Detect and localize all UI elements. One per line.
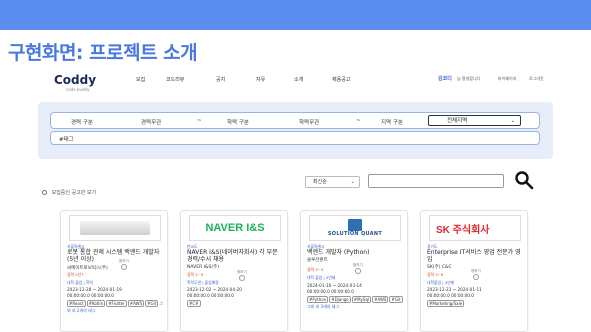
logo[interactable]: Coddy bbox=[54, 73, 96, 87]
slide-top-bar bbox=[0, 0, 591, 30]
job-dates: 2023-12-02 ~ 2024-04-20 00:00:00.0 00:00… bbox=[187, 287, 242, 298]
nav-item-notice[interactable]: 공지 bbox=[216, 76, 225, 83]
job-title[interactable]: 백엔드 개발자 (Python) bbox=[307, 249, 405, 256]
tag-list: #Python #Django #MySql #AWS #Git 그외 외 3개의 태그 bbox=[307, 296, 405, 310]
tag-badge[interactable]: #Git bbox=[145, 300, 159, 307]
company-logo-image bbox=[69, 215, 161, 241]
bookmark-icon[interactable] bbox=[473, 274, 479, 280]
region-select[interactable]: 전체지역 ⌄ bbox=[428, 115, 521, 126]
company-logo-text: NAVER I&S bbox=[205, 222, 265, 234]
career-tilde: ~ bbox=[197, 118, 202, 124]
search-icon[interactable] bbox=[514, 170, 534, 190]
search-input[interactable] bbox=[368, 174, 504, 188]
date-range: 2023-12-28 ~ 2024-01-19 00:00:00.0 00:00… bbox=[67, 287, 122, 298]
chevron-down-icon: ⌄ bbox=[350, 179, 355, 185]
tag-badge[interactable]: #AWS bbox=[127, 300, 145, 307]
tag-list: #Marketing/Sale bbox=[427, 300, 525, 308]
radio-circle-icon bbox=[42, 190, 47, 195]
tag-badge[interactable]: #Flutter bbox=[106, 300, 127, 307]
career-requirement: 경력 5년↑ bbox=[67, 272, 85, 277]
company-name: 솔루션퀀트 bbox=[307, 258, 328, 263]
career-label: 경력 구분 bbox=[71, 120, 93, 126]
education-requirement: 대학 졸업 | 4년제 bbox=[307, 275, 336, 280]
user-greeting: 님 환영합니다 bbox=[457, 76, 481, 81]
career-requirement: 경력 3~6 bbox=[427, 272, 444, 277]
more-tags-link[interactable]: 그외 외 3개의 태그 bbox=[307, 304, 339, 309]
job-card[interactable]: NAVER I&S 판교도 NAVER I&S(네이버자회사) 각 부문 경력/… bbox=[180, 210, 288, 332]
job-title[interactable]: Enterprise IT서비스 영업 전문가 영입 bbox=[427, 249, 525, 263]
open-only-label: 모집중인 공고만 보기 bbox=[51, 190, 97, 196]
company-logo-text: SOLUTION QUANT bbox=[327, 231, 383, 237]
sort-select[interactable]: 최신순 ⌄ bbox=[305, 176, 360, 188]
chevron-down-icon: ⌄ bbox=[510, 118, 515, 124]
region-select-value: 전체지역 bbox=[447, 118, 468, 124]
date-range: 2024-01-16 ~ 2024-03-14 00:00:00.0 00:00… bbox=[307, 283, 362, 294]
career-requirement: 경력 3~4 bbox=[307, 267, 324, 272]
education-label: 학력 구분 bbox=[227, 120, 249, 126]
education-tilde: ~ bbox=[356, 118, 361, 124]
company-logo-image: SK 주식회사 bbox=[429, 215, 521, 241]
tag-input[interactable]: #태그 bbox=[50, 131, 540, 145]
date-range: 2023-12-02 ~ 2024-04-20 00:00:00.0 00:00… bbox=[187, 287, 242, 298]
career-select[interactable]: 경력무관 bbox=[141, 118, 161, 126]
company-logo-text: SK 주식회사 bbox=[436, 224, 490, 236]
tag-list: #C# bbox=[187, 300, 285, 308]
user-name: 김코디 bbox=[438, 76, 452, 82]
tag-input-placeholder: #태그 bbox=[59, 137, 74, 143]
bookmark-icon[interactable] bbox=[239, 275, 245, 281]
tag-badge[interactable]: #MySql bbox=[351, 296, 372, 303]
tag-badge[interactable]: #Django bbox=[329, 296, 351, 303]
education-requirement: 대학 졸업 | 학력 bbox=[67, 280, 93, 285]
job-title[interactable]: 로봇 통합 관제 시스템 백엔드 개발자 (5년 이상) bbox=[67, 249, 165, 263]
date-range: 2023-12-23 ~ 2024-01-11 00:00:00.0 00:00… bbox=[427, 287, 482, 298]
nav-item-free[interactable]: 자유 bbox=[256, 76, 265, 83]
tag-badge[interactable]: #Kotlin bbox=[86, 300, 106, 307]
company-name: NAVER I&S(주) bbox=[187, 265, 219, 270]
job-dates: 2023-12-23 ~ 2024-01-11 00:00:00.0 00:00… bbox=[427, 287, 482, 298]
company-name: 씨메이트로보틱스(주) bbox=[67, 266, 108, 271]
education-requirement: 학력무관 | 졸업예정 bbox=[187, 280, 219, 285]
education-select[interactable]: 학력무관 bbox=[299, 118, 319, 126]
job-card[interactable]: SOLUTION QUANT 서울특별시 백엔드 개발자 (Python) 솔루… bbox=[300, 210, 408, 332]
tag-list: #React #Kotlin #Flutter #AWS #Git 그외 외 2개의 태그 bbox=[67, 300, 165, 314]
bookmark-icon[interactable] bbox=[121, 264, 127, 270]
job-card[interactable]: 서울특별시 로봇 통합 관제 시스템 백엔드 개발자 (5년 이상) 씨메이트로… bbox=[60, 210, 168, 332]
company-logo-image: NAVER I&S bbox=[189, 215, 281, 241]
nav-item-code-review[interactable]: 코드리뷰 bbox=[166, 76, 184, 83]
sort-select-value: 최신순 bbox=[313, 179, 327, 185]
logout-link[interactable]: 로그아웃 bbox=[529, 76, 544, 82]
server-rack-icon bbox=[80, 221, 150, 235]
education-requirement: 대학졸업 | 4년제 bbox=[427, 280, 455, 285]
job-title[interactable]: NAVER I&S(네이버자회사) 각 부문 경력/수시 채용 bbox=[187, 249, 285, 263]
bookmark-icon[interactable] bbox=[355, 268, 361, 274]
company-name: SK(주) C&C bbox=[427, 265, 452, 270]
mypage-link[interactable]: 마이페이지 bbox=[498, 76, 516, 82]
nav-item-recruit[interactable]: 모집 bbox=[136, 76, 145, 83]
building-icon bbox=[348, 219, 362, 231]
job-card[interactable]: SK 주식회사 경기도 Enterprise IT서비스 영업 전문가 영입 S… bbox=[420, 210, 528, 332]
slide-title: 구현화면: 프로젝트 소개 bbox=[8, 42, 198, 64]
app-screenshot: Coddy code buddy 모집 코드리뷰 공지 자유 소개 채용공고 김… bbox=[32, 65, 591, 332]
job-dates: 2024-01-16 ~ 2024-03-14 00:00:00.0 00:00… bbox=[307, 283, 362, 294]
tag-badge[interactable]: #React bbox=[67, 300, 86, 307]
tag-badge[interactable]: #AWS bbox=[372, 296, 389, 303]
nav-item-about[interactable]: 소개 bbox=[294, 76, 303, 83]
top-nav: Coddy code buddy 모집 코드리뷰 공지 자유 소개 채용공고 김… bbox=[32, 65, 591, 95]
tag-badge[interactable]: #Git bbox=[389, 296, 403, 303]
filter-row: 경력 구분 경력무관 ~ 학력 구분 학력무관 ~ 지역 구분 전체지역 ⌄ bbox=[50, 112, 540, 129]
company-logo-image: SOLUTION QUANT bbox=[309, 215, 401, 241]
tag-badge[interactable]: #Marketing/Sale bbox=[427, 300, 465, 307]
open-only-radio[interactable]: 모집중인 공고만 보기 bbox=[42, 189, 96, 196]
tag-badge[interactable]: #Python bbox=[307, 296, 329, 303]
tag-badge[interactable]: #C# bbox=[187, 300, 201, 307]
job-dates: 2023-12-28 ~ 2024-01-19 00:00:00.0 00:00… bbox=[67, 287, 122, 298]
career-requirement: 경력 1~5 bbox=[187, 272, 204, 277]
region-label: 지역 구분 bbox=[381, 120, 403, 126]
logo-subtitle: code buddy bbox=[66, 87, 90, 92]
nav-item-jobs[interactable]: 채용공고 bbox=[332, 76, 350, 83]
